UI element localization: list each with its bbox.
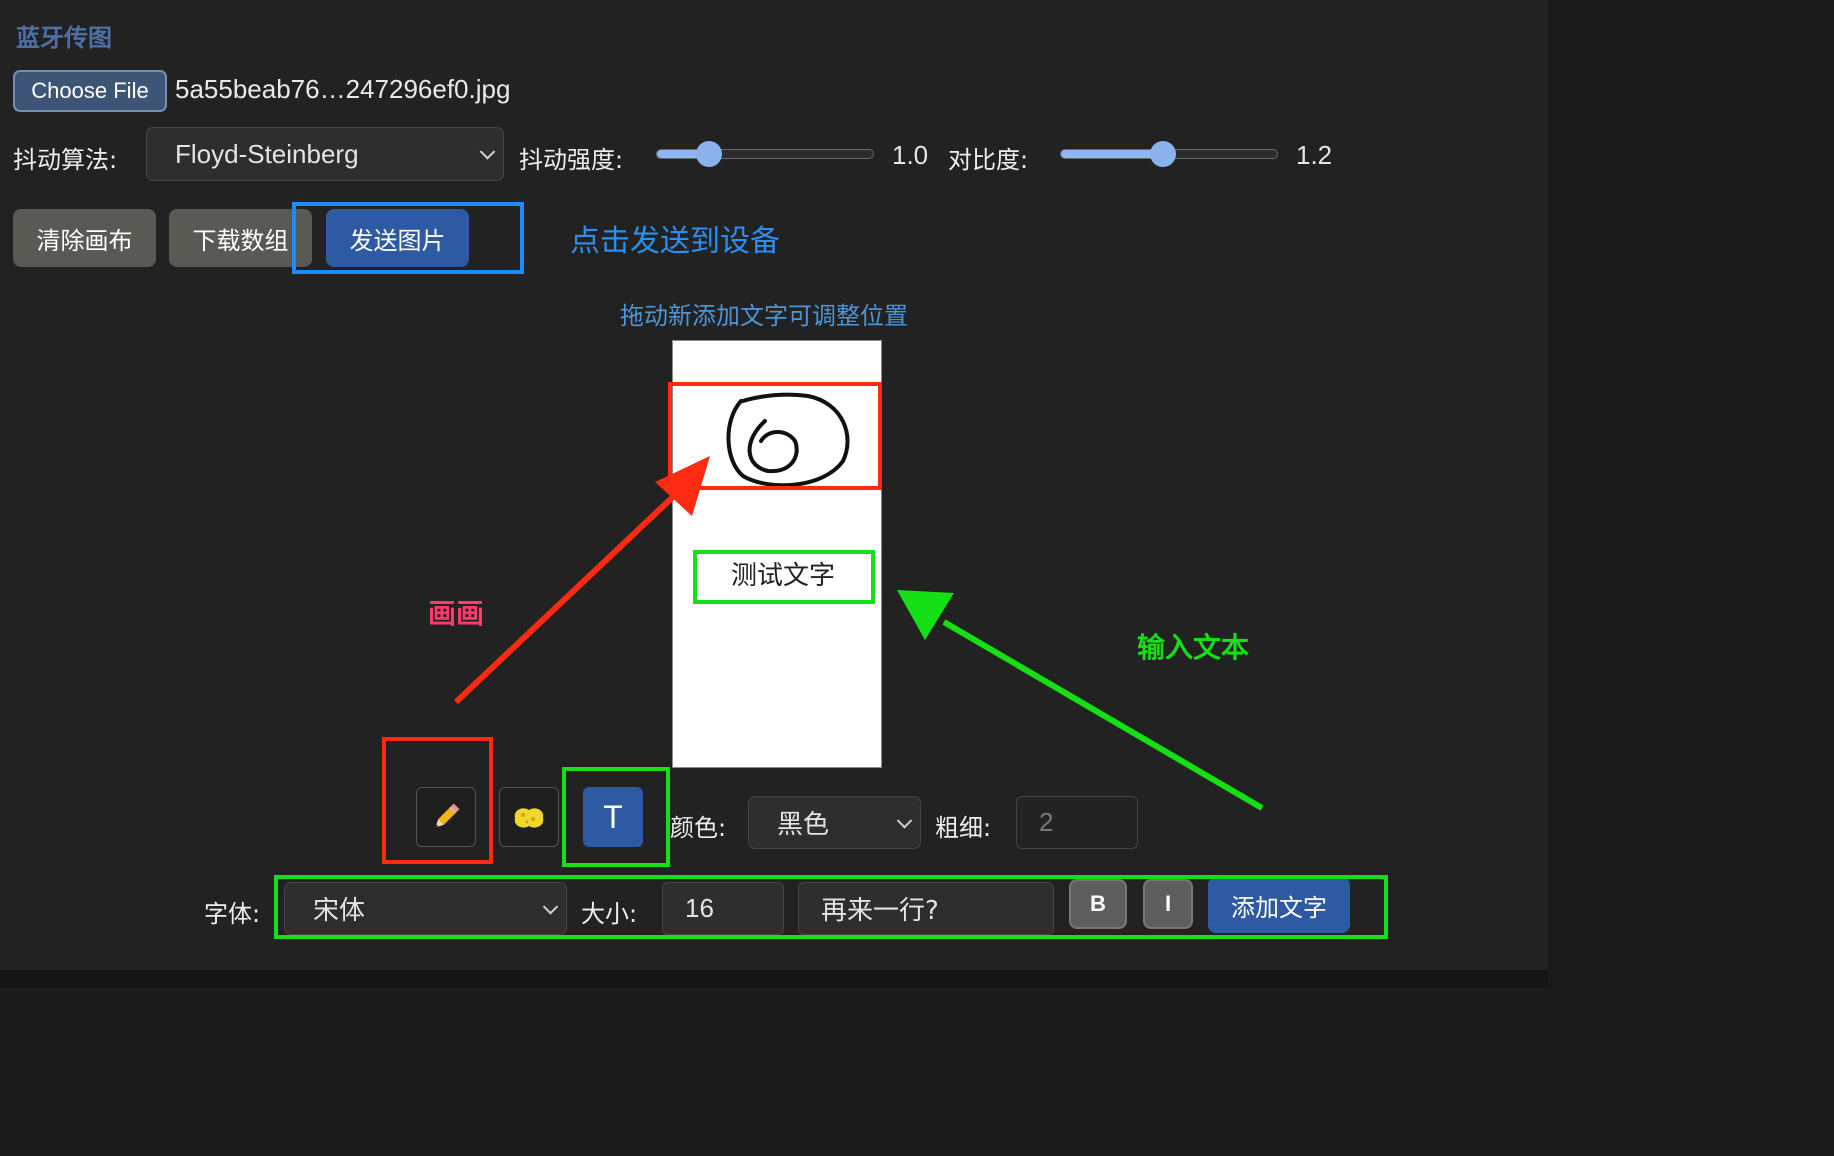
choose-file-button[interactable]: Choose File — [13, 70, 167, 112]
file-name: 5a55beab76…247296ef0.jpg — [175, 74, 511, 104]
text-tools-highlight-box — [274, 875, 1388, 939]
color-select[interactable]: 黑色 — [748, 796, 921, 849]
send-highlight-box — [292, 202, 524, 274]
eraser-tool-button[interactable] — [499, 787, 559, 847]
pencil-icon — [435, 803, 460, 828]
color-value: 黑色 — [777, 810, 830, 840]
bottom-margin — [0, 970, 1568, 988]
dither-algorithm-label: 抖动算法: — [13, 146, 118, 174]
dither-strength-value: 1.0 — [892, 140, 929, 170]
text-highlight-box — [693, 550, 875, 604]
stroke-width-label: 粗细: — [935, 814, 992, 842]
contrast-slider[interactable] — [1060, 141, 1278, 167]
draw-hint-text: 画画 — [428, 597, 485, 630]
text-tool-button[interactable]: T — [583, 787, 643, 847]
drag-hint-text: 拖动新添加文字可调整位置 — [620, 302, 908, 330]
color-label: 颜色: — [670, 814, 727, 842]
dither-strength-label: 抖动强度: — [519, 146, 624, 174]
chevron-down-icon — [479, 144, 496, 160]
pencil-tool-button[interactable] — [416, 787, 476, 847]
clear-canvas-button[interactable]: 清除画布 — [13, 209, 156, 267]
contrast-label: 对比度: — [948, 146, 1029, 174]
dither-strength-thumb[interactable] — [695, 141, 722, 167]
right-margin — [1548, 0, 1568, 988]
download-array-button[interactable]: 下载数组 — [169, 209, 312, 267]
drawing-highlight-box — [668, 382, 882, 490]
dither-strength-slider[interactable] — [656, 141, 874, 167]
chevron-down-icon — [896, 812, 913, 829]
contrast-value: 1.2 — [1296, 140, 1333, 170]
dither-algorithm-value: Floyd-Steinberg — [175, 138, 359, 169]
app-title: 蓝牙传图 — [16, 24, 112, 52]
contrast-fill — [1061, 150, 1163, 158]
stroke-width-input[interactable]: 2 — [1016, 796, 1138, 849]
font-label: 字体: — [204, 900, 261, 928]
text-hint-text: 输入文本 — [1137, 631, 1250, 664]
contrast-thumb[interactable] — [1149, 141, 1176, 167]
send-hint-text: 点击发送到设备 — [570, 224, 780, 259]
sponge-icon — [514, 808, 544, 828]
dither-algorithm-select[interactable]: Floyd-Steinberg — [146, 127, 504, 181]
